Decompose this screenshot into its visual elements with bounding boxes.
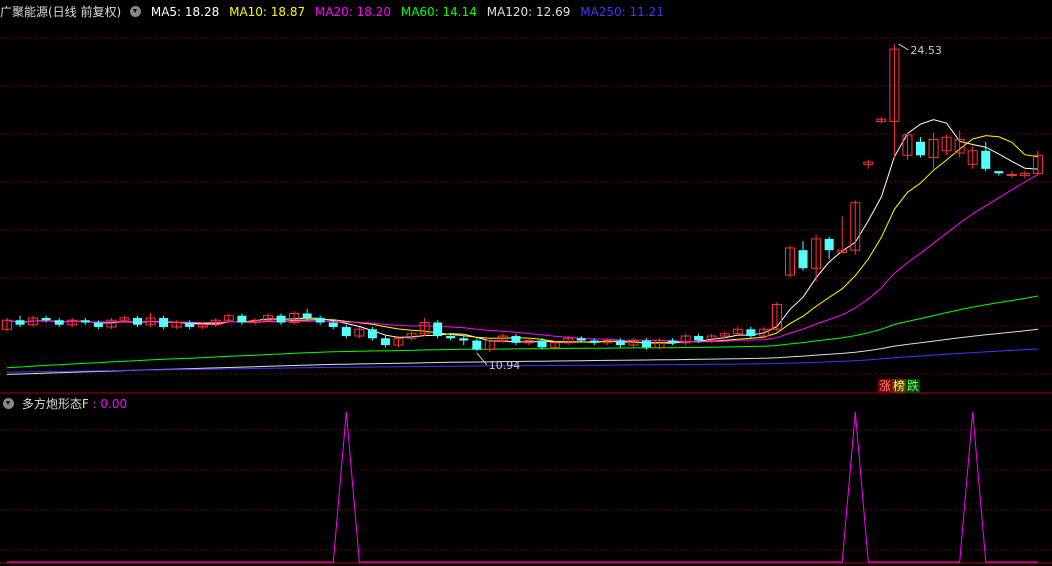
candle-body-down [589, 340, 599, 343]
candle-body-down [981, 150, 991, 169]
ma10-label: MA10: 18.87 [229, 5, 306, 19]
indicator-dropdown-icon[interactable] [3, 398, 14, 409]
candle-body-up [1006, 174, 1017, 176]
ma120-label: MA120: 12.69 [486, 5, 571, 19]
ma250-line [6, 348, 1039, 373]
ma5-line [6, 119, 1039, 344]
candle-body-down [302, 313, 312, 318]
legend-up: 涨 [878, 379, 893, 393]
legend-mid: 榜 [892, 379, 907, 393]
candle-body-down [576, 338, 586, 341]
candle-body-down [380, 338, 390, 346]
ma120-line [6, 328, 1039, 375]
high-price-label: 24.53 [910, 44, 942, 57]
ma20-line [6, 174, 1039, 343]
candle-body-down [916, 141, 925, 156]
ma60-label: MA60: 14.14 [400, 5, 477, 19]
candle-body-down [994, 171, 1004, 174]
indicator-header: 多方炮形态F : 0.00 [0, 395, 127, 413]
settings-dropdown-icon[interactable] [130, 6, 142, 17]
candle-body-down [433, 322, 443, 337]
status-legend: 涨榜跌 [878, 379, 921, 393]
candle-body-down [328, 322, 338, 327]
candle-body-down [824, 238, 834, 251]
candle-body-down [54, 320, 64, 325]
candle-body-down [367, 329, 377, 339]
candle-body-down [668, 340, 678, 343]
legend-down: 跌 [906, 379, 921, 393]
ma20-label: MA20: 18.20 [314, 5, 392, 19]
candle-body-down [472, 340, 482, 350]
candle-body-down [641, 340, 651, 348]
candle-body-down [185, 322, 195, 327]
candle-body-down [615, 340, 625, 346]
ma250-label: MA250: 11.21 [580, 5, 664, 19]
candle-body-down [41, 317, 51, 321]
stock-title: 广聚能源(日线 前复权) [0, 5, 122, 19]
candle-body-down [511, 336, 521, 343]
ma60-line [6, 295, 1039, 369]
indicator-value: : 0.00 [92, 397, 128, 411]
candle-body-down [15, 320, 25, 325]
kline-chart[interactable]: 24.53 10.94 [0, 0, 1052, 566]
candle-body-down [237, 315, 247, 323]
candle-body-down [746, 329, 756, 337]
high-marker-arrow [898, 43, 909, 51]
low-marker-arrow [476, 352, 488, 366]
indicator-line [7, 411, 1038, 563]
ma10-line [6, 135, 1039, 344]
candle-body-down [537, 340, 547, 348]
candle-body-down [694, 336, 704, 341]
candle-body-down [798, 250, 808, 269]
ma5-label: MA5: 18.28 [150, 5, 220, 19]
main-chart-header: 广聚能源(日线 前复权) MA5: 18.28 MA10: 18.87 MA20… [0, 3, 670, 21]
candle-body-down [341, 327, 351, 337]
candle-body-down [446, 336, 456, 339]
candle-body-down [276, 315, 286, 323]
low-price-label: 10.94 [489, 359, 521, 372]
candle-body-down [80, 320, 90, 323]
indicator-title: 多方炮形态F [21, 397, 89, 411]
candle-body-down [459, 338, 469, 341]
candle-body-down [133, 317, 142, 325]
candle-body-down [315, 317, 325, 323]
candle-body-down [93, 322, 103, 327]
candle-body-down [159, 317, 169, 327]
